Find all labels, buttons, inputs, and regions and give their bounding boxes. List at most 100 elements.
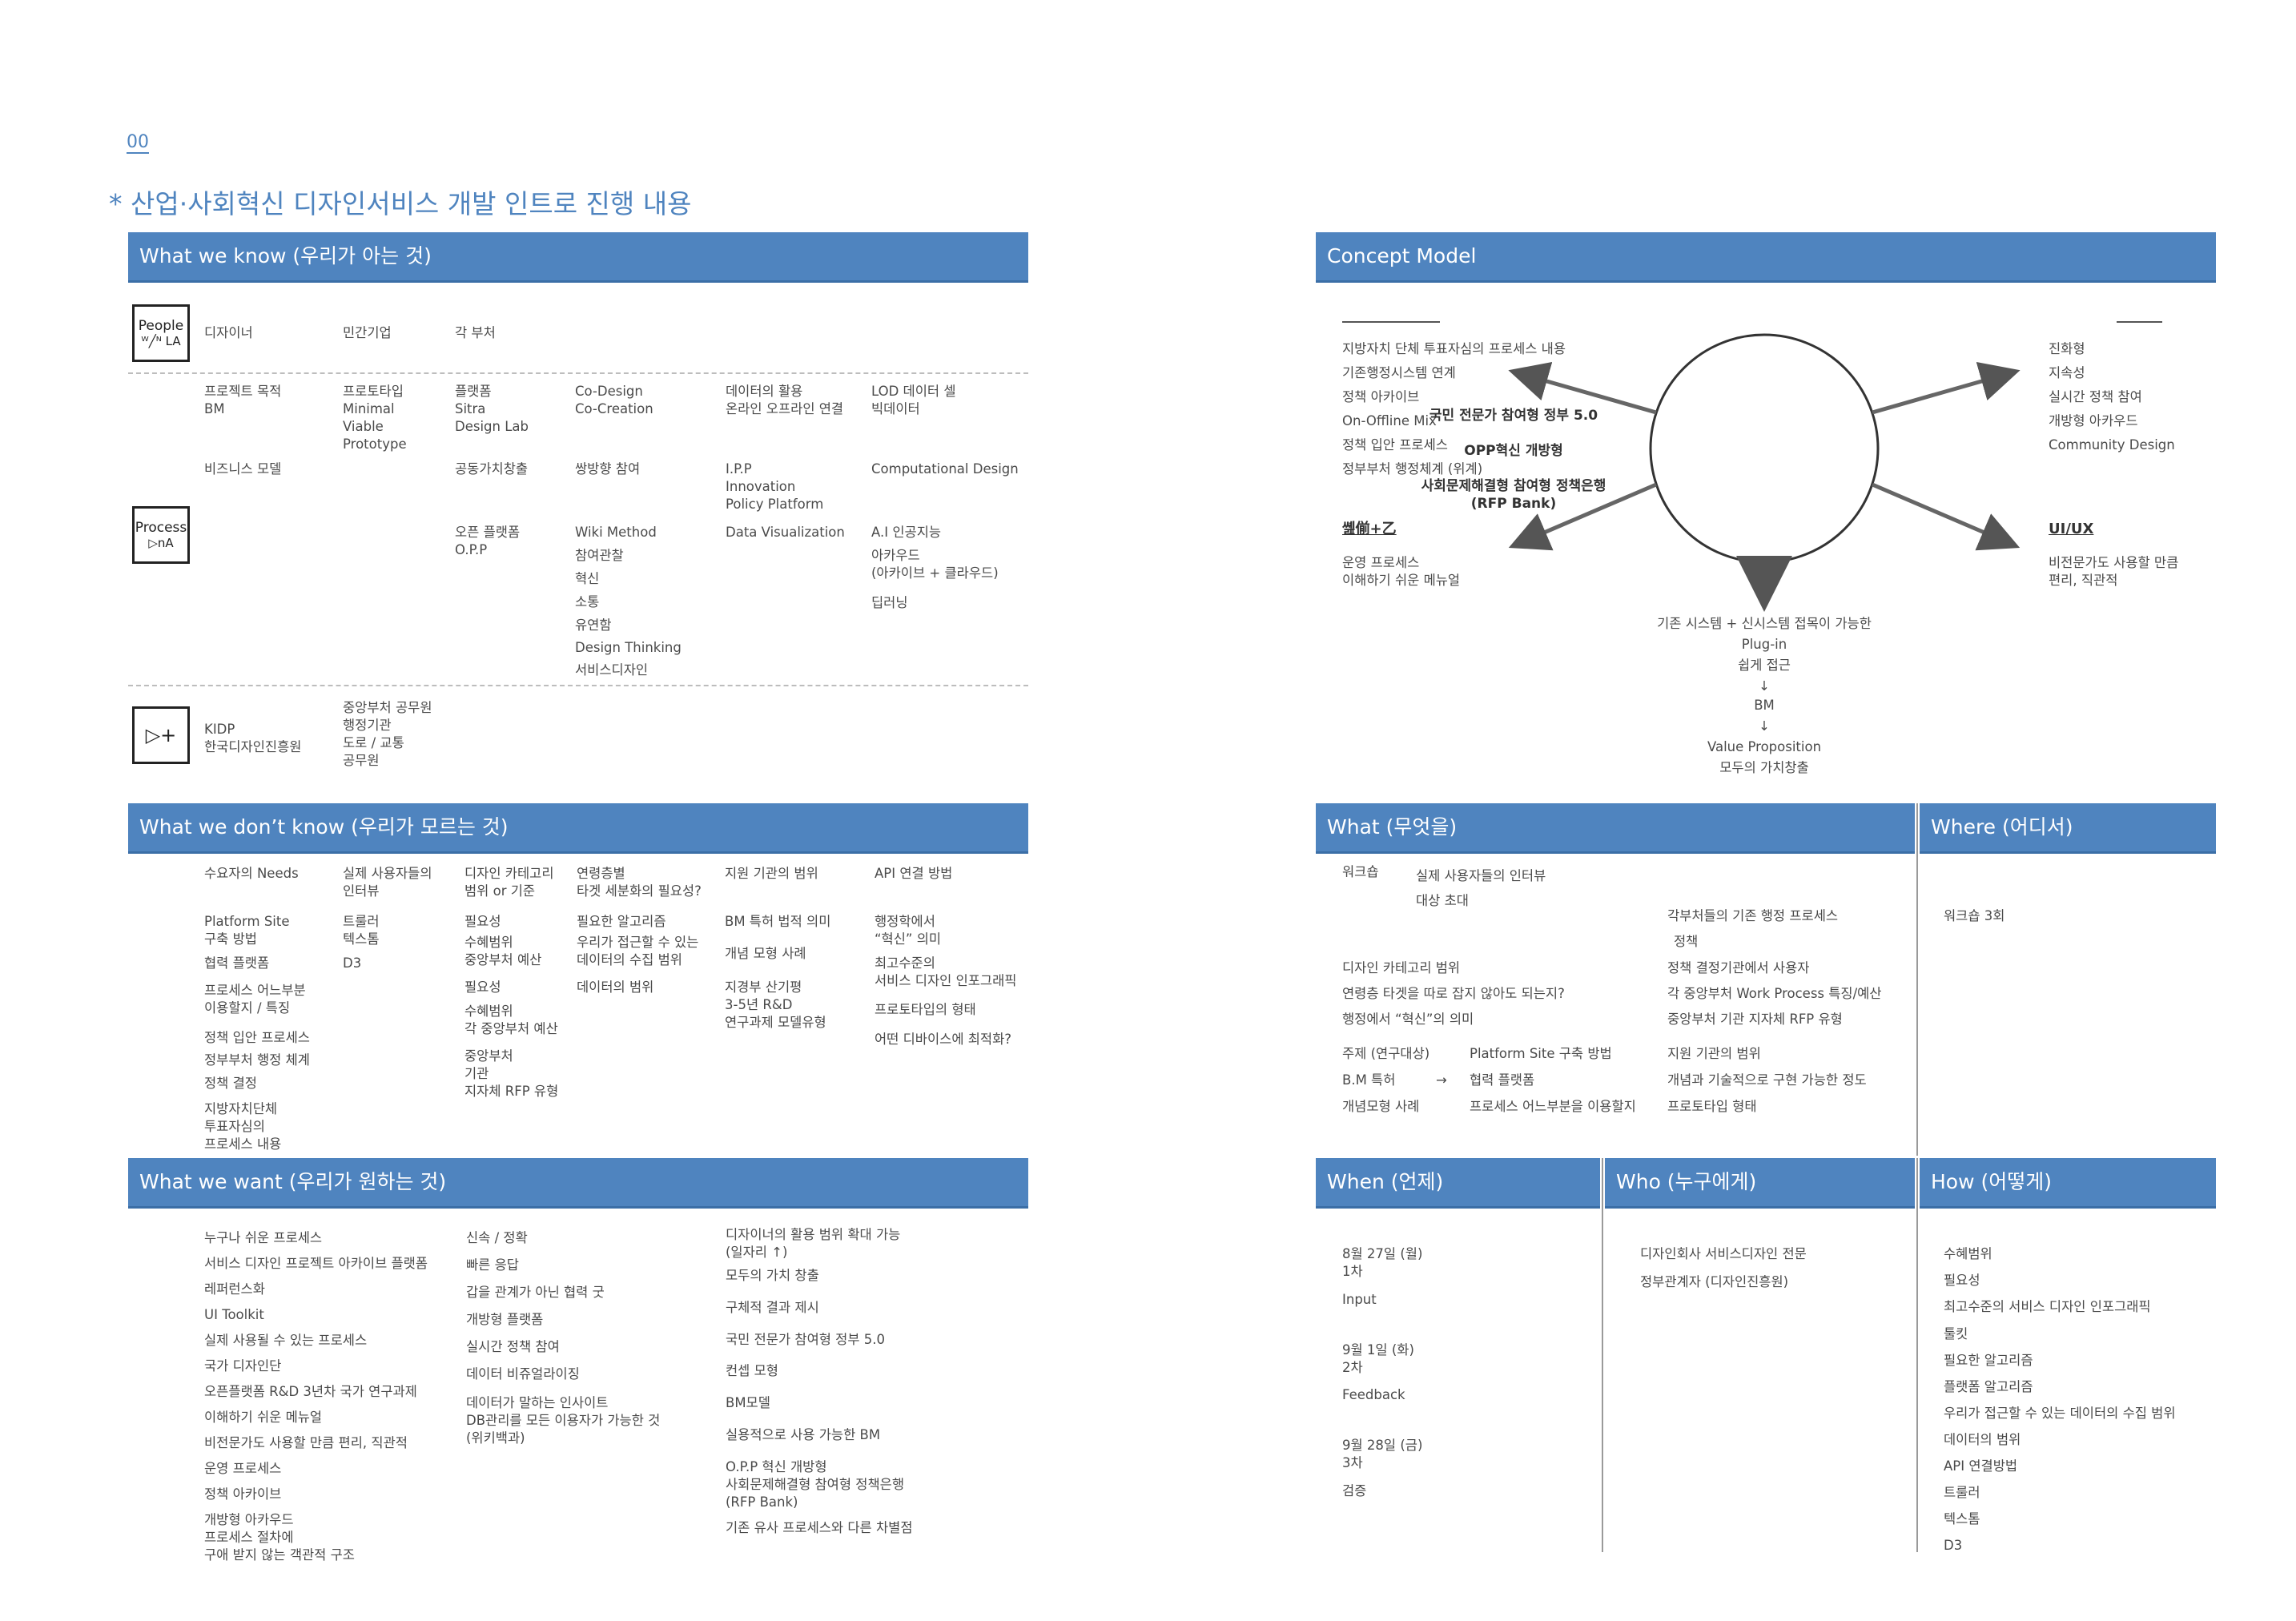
dont-item: 수요자의 Needs	[204, 866, 299, 881]
know-item: 아카우드 (아카이브 + 클라우드)	[871, 548, 999, 581]
know-item: Computational Design	[871, 461, 1019, 477]
dont-item: 연령층별 타겟 세분화의 필요성?	[577, 866, 702, 899]
column-divider	[1916, 803, 1918, 1156]
concept-bl-title: 쏊偂+乙	[1342, 521, 1397, 537]
want-item: 정책 아카이브	[204, 1486, 282, 1502]
dont-item: 개념 모형 사례	[725, 946, 806, 961]
want-item: 구체적 결과 제시	[726, 1300, 819, 1315]
dont-item: 프로토타입의 형태	[875, 1002, 976, 1017]
plus-icon: ▷+	[132, 706, 190, 764]
what-item: 정책	[1674, 934, 1699, 949]
concept-br-text: 비전문가도 사용할 만큼 편리, 직관적	[2049, 555, 2179, 588]
dont-item: 필요한 알고리즘	[577, 914, 666, 929]
concept-tl-item: 기존행정시스템 연계	[1342, 365, 1456, 380]
concept-bottom-item: 모두의 가치창출	[1719, 760, 1809, 775]
dont-item: 지방자치단체 투표자심의 프로세스 내용	[204, 1101, 282, 1152]
concept-model-header: Concept Model	[1316, 232, 2216, 280]
when-header: When (언제)	[1316, 1158, 1600, 1206]
concept-bl-text: 운영 프로세스 이해하기 쉬운 메뉴얼	[1342, 555, 1461, 588]
concept-circle	[1649, 333, 1880, 564]
want-item: BM모델	[726, 1395, 770, 1410]
dont-item: 정책 결정	[204, 1076, 257, 1091]
want-item: 개방형 아카우드 프로세스 절차에 구애 받지 않는 객관적 구조	[204, 1512, 355, 1563]
what-item: 워크숍	[1342, 864, 1379, 879]
want-item: 신속 / 정확	[466, 1230, 528, 1245]
want-item: 운영 프로세스	[204, 1461, 282, 1476]
how-item: 필요한 알고리즘	[1944, 1353, 2033, 1368]
want-item: 디자이너의 활용 범위 확대 가능 (일자리 ↑)	[726, 1227, 901, 1260]
what-item: B.M 특허	[1342, 1072, 1396, 1088]
divider	[128, 372, 1028, 374]
what-item: 연령층 타겟을 따로 잡지 않아도 되는지?	[1342, 986, 1565, 1001]
dont-item: 수혜범위 각 중앙부처 예산	[464, 1004, 558, 1036]
arrow-top-right	[1872, 361, 2021, 415]
want-item: 컨셉 모형	[726, 1363, 778, 1378]
dont-item: 행정학에서 “혁신” 의미	[875, 914, 942, 947]
when-item: Input	[1342, 1292, 1377, 1307]
what-item: 지원 기관의 범위	[1667, 1046, 1761, 1061]
dont-item: 필요성	[464, 979, 501, 995]
dont-item: 어떤 디바이스에 최적화?	[875, 1032, 1012, 1047]
concept-tr-item: 지속성	[2049, 365, 2085, 380]
when-item: Feedback	[1342, 1387, 1405, 1402]
concept-bottom-item: Plug-in	[1741, 637, 1787, 652]
want-item: 국가 디자인단	[204, 1358, 282, 1374]
know-item: 쌍방향 참여	[575, 461, 641, 477]
dont-item: 중앙부처 기관 지자체 RFP 유형	[464, 1048, 559, 1099]
how-item: 우리가 접근할 수 있는 데이터의 수집 범위	[1944, 1406, 2176, 1421]
divider	[128, 685, 1028, 686]
people-icon-sub: ᵂ╱ᴺ LA	[141, 334, 181, 348]
what-item: 주제 (연구대상)	[1342, 1046, 1430, 1061]
what-item: 프로토타입 형태	[1667, 1099, 1757, 1114]
what-item: 중앙부처 기관 지자체 RFP 유형	[1667, 1012, 1843, 1027]
know-item: 참여관찰	[575, 548, 624, 563]
know-item: Design Thinking	[575, 640, 682, 655]
people-designer: 디자이너	[204, 325, 253, 340]
dont-item: API 연결 방법	[875, 866, 953, 881]
what-item: 개념과 기술적으로 구현 가능한 정도	[1667, 1072, 1867, 1088]
want-item: O.P.P 혁신 개방형 사회문제해결형 참여형 정책은행 (RFP Bank)	[726, 1459, 905, 1510]
when-item: 9월 1일 (화) 2차	[1342, 1342, 1414, 1375]
want-item: 누구나 쉬운 프로세스	[204, 1230, 323, 1245]
who-header: Who (누구에게)	[1605, 1158, 1915, 1206]
when-item: 검증	[1342, 1483, 1367, 1498]
process-icon-label: Process	[135, 520, 187, 536]
know-item: 데이터의 활용 온라인 오프라인 연결	[726, 384, 844, 416]
dont-item: 정책 입안 프로세스	[204, 1030, 310, 1045]
know-item: 서비스디자인	[575, 662, 649, 678]
concept-tr-item: Community Design	[2049, 437, 2175, 453]
page-number: 00	[127, 132, 149, 154]
dont-item: 수혜범위 중앙부처 예산	[464, 935, 542, 967]
dont-item: 최고수준의 서비스 디자인 인포그래픽	[875, 955, 1017, 988]
when-item: 8월 27일 (월) 1차	[1342, 1246, 1423, 1279]
page-title: * 산업·사회혁신 디자인서비스 개발 인트로 진행 내용	[109, 188, 692, 219]
dont-item: 우리가 접근할 수 있는 데이터의 수집 범위	[577, 935, 699, 967]
gov-label: 중앙부처 공무원 행정기관 도로 / 교통 공무원	[343, 700, 432, 768]
dont-item: 정부부처 행정 체계	[204, 1052, 310, 1068]
want-item: 모두의 가치 창출	[726, 1268, 819, 1283]
dont-item: 프로세스 어느부분 이용할지 / 특징	[204, 983, 306, 1016]
dont-item: 디자인 카테고리 범위 or 기준	[464, 866, 554, 899]
concept-tr-item: 개방형 아카우드	[2049, 413, 2138, 428]
dont-item: 실제 사용자들의 인터뷰	[343, 866, 432, 899]
want-item: 실용적으로 사용 가능한 BM	[726, 1427, 881, 1442]
when-item: 9월 28일 (금) 3차	[1342, 1438, 1423, 1470]
what-item: 실제 사용자들의 인터뷰 대상 초대	[1416, 868, 1546, 908]
dont-item: 협력 플랫폼	[204, 955, 270, 971]
concept-bottom: 기존 시스템 + 신시스템 접목이 가능한 Plug-in 쉽게 접근 ↓ BM…	[1604, 615, 1924, 780]
know-item: A.I 인공지능	[871, 525, 942, 540]
how-item: 텍스톰	[1944, 1511, 1980, 1526]
what-item: 정책 결정기관에서 사용자	[1667, 960, 1810, 975]
know-item: 유연함	[575, 617, 612, 633]
arrow-bottom-right	[1872, 482, 2021, 551]
kidp-label: KIDP 한국디자인진흥원	[204, 722, 302, 754]
know-item: 혁신	[575, 571, 600, 586]
how-item: 필요성	[1944, 1273, 1980, 1288]
column-divider	[1602, 1158, 1603, 1552]
column-divider	[1916, 1158, 1918, 1552]
what-item: 각 중앙부처 Work Process 특징/예산	[1667, 986, 1882, 1001]
concept-tl-item: 정책 입안 프로세스	[1342, 437, 1448, 453]
want-item: 실제 사용될 수 있는 프로세스	[204, 1333, 368, 1348]
dont-item: D3	[343, 955, 362, 971]
where-item: 워크숍 3회	[1944, 908, 2005, 923]
